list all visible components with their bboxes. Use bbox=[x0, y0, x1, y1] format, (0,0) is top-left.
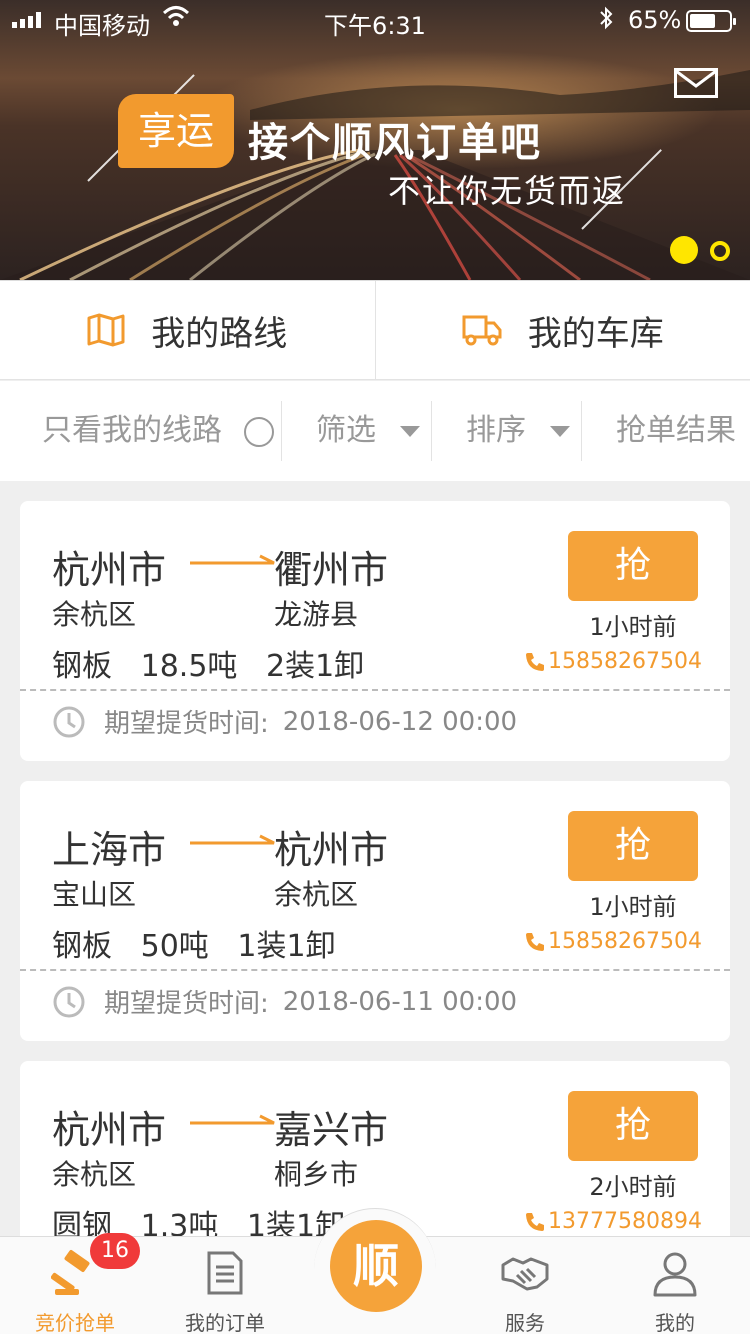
origin-district: 余杭区 bbox=[52, 598, 137, 631]
phone-icon bbox=[526, 652, 544, 671]
grab-order-button[interactable]: 抢 bbox=[568, 531, 698, 601]
posted-time: 1小时前 bbox=[589, 893, 677, 921]
expected-pickup: 期望提货时间: 2018-06-11 00:00 bbox=[52, 983, 517, 1020]
expected-pickup-time: 2018-06-11 00:00 bbox=[282, 986, 518, 1017]
expected-pickup-label: 期望提货时间: bbox=[104, 989, 269, 1019]
cargo-info: 圆钢 1.3吨 1装1卸 bbox=[52, 1209, 346, 1237]
battery-percent: 65% bbox=[628, 6, 682, 34]
origin-district: 余杭区 bbox=[52, 1158, 137, 1191]
chevron-down-icon[interactable] bbox=[400, 426, 420, 437]
my-routes-label: 我的路线 bbox=[151, 313, 288, 354]
grab-results-link[interactable]: 抢单结果 bbox=[616, 381, 736, 481]
dashed-divider bbox=[20, 689, 730, 691]
divider bbox=[581, 401, 582, 461]
user-icon bbox=[653, 1252, 697, 1297]
phone-icon bbox=[526, 932, 544, 951]
route-arrow-icon bbox=[190, 1114, 275, 1125]
sort-dropdown[interactable]: 排序 bbox=[466, 381, 526, 481]
clock-icon bbox=[53, 706, 85, 737]
my-garage-label: 我的车库 bbox=[527, 313, 664, 354]
destination-district: 龙游县 bbox=[274, 598, 359, 631]
destination-city: 衢州市 bbox=[274, 548, 389, 592]
my-routes-button[interactable]: 我的路线 bbox=[0, 281, 375, 379]
order-list[interactable]: 杭州市 衢州市 余杭区 龙游县 钢板 18.5吨 2装1卸 抢 1小时前 158… bbox=[0, 481, 750, 1237]
cargo-info: 钢板 18.5吨 2装1卸 bbox=[52, 649, 365, 684]
phone-number: 15858267504 bbox=[548, 929, 702, 954]
carousel-dot-active[interactable] bbox=[670, 236, 698, 264]
handshake-icon bbox=[501, 1257, 549, 1291]
tab-mine[interactable]: 我的 bbox=[600, 1237, 750, 1334]
clock-icon bbox=[53, 986, 85, 1017]
origin-city: 杭州市 bbox=[52, 548, 167, 592]
filter-bar: 只看我的线路 筛选 排序 抢单结果 bbox=[0, 381, 750, 481]
only-my-routes-label[interactable]: 只看我的线路 bbox=[42, 381, 222, 481]
destination-city: 嘉兴市 bbox=[274, 1108, 389, 1152]
tab-label: 服务 bbox=[505, 1311, 545, 1334]
banner-headline: 接个顺风订单吧 bbox=[248, 120, 542, 166]
destination-district: 余杭区 bbox=[274, 878, 359, 911]
filter-dropdown[interactable]: 筛选 bbox=[316, 381, 376, 481]
bluetooth-icon bbox=[598, 6, 614, 36]
posted-time: 1小时前 bbox=[589, 613, 677, 641]
map-icon bbox=[87, 313, 125, 347]
dashed-divider bbox=[20, 969, 730, 971]
phone-link[interactable]: 13777580894 bbox=[524, 1209, 702, 1234]
destination-city: 杭州市 bbox=[274, 828, 389, 872]
quick-entries: 我的路线 我的车库 bbox=[0, 280, 750, 380]
phone-number: 13777580894 bbox=[548, 1209, 702, 1234]
expected-pickup: 期望提货时间: 2018-06-12 00:00 bbox=[52, 703, 517, 740]
brand-tag: 享运 bbox=[118, 94, 234, 168]
origin-city: 上海市 bbox=[52, 828, 167, 872]
tab-label: 竞价抢单 bbox=[35, 1311, 115, 1334]
banner-subline: 不让你无货而返 bbox=[388, 172, 627, 210]
unread-badge: 16 bbox=[90, 1233, 140, 1269]
phone-icon bbox=[526, 1212, 544, 1231]
my-garage-button[interactable]: 我的车库 bbox=[374, 281, 750, 379]
mail-icon[interactable] bbox=[674, 68, 718, 98]
cargo-info: 钢板 50吨 1装1卸 bbox=[52, 929, 336, 964]
grab-order-button[interactable]: 抢 bbox=[568, 811, 698, 881]
tab-label: 我的订单 bbox=[185, 1311, 265, 1334]
carousel-dot[interactable] bbox=[710, 241, 730, 261]
only-my-routes-radio[interactable] bbox=[244, 417, 274, 447]
destination-district: 桐乡市 bbox=[274, 1158, 359, 1191]
order-card[interactable]: 上海市 杭州市 宝山区 余杭区 钢板 50吨 1装1卸 抢 1小时前 15858… bbox=[20, 781, 730, 1041]
promo-banner[interactable]: 中国移动 下午6:31 65% 享运 接个顺风订单吧 不让你无货而返 bbox=[0, 0, 750, 280]
divider bbox=[431, 401, 432, 461]
expected-pickup-label: 期望提货时间: bbox=[104, 709, 269, 739]
expected-pickup-time: 2018-06-12 00:00 bbox=[282, 706, 518, 737]
origin-city: 杭州市 bbox=[52, 1108, 167, 1152]
phone-link[interactable]: 15858267504 bbox=[524, 929, 702, 954]
tab-my-orders[interactable]: 我的订单 bbox=[150, 1237, 300, 1334]
battery-icon bbox=[686, 10, 736, 32]
truck-icon bbox=[462, 315, 502, 346]
order-card[interactable]: 杭州市 衢州市 余杭区 龙游县 钢板 18.5吨 2装1卸 抢 1小时前 158… bbox=[20, 501, 730, 761]
divider bbox=[281, 401, 282, 461]
phone-link[interactable]: 15858267504 bbox=[524, 649, 702, 674]
battery-level bbox=[690, 14, 715, 28]
status-bar: 中国移动 下午6:31 65% bbox=[0, 0, 750, 40]
grab-order-button[interactable]: 抢 bbox=[568, 1091, 698, 1161]
posted-time: 2小时前 bbox=[589, 1173, 677, 1201]
document-icon bbox=[207, 1251, 243, 1295]
center-action-button[interactable]: 顺 bbox=[330, 1220, 422, 1312]
tab-bidding[interactable]: 16 竞价抢单 bbox=[0, 1233, 150, 1334]
chevron-down-icon[interactable] bbox=[550, 426, 570, 437]
phone-number: 15858267504 bbox=[548, 649, 702, 674]
route-arrow-icon bbox=[190, 834, 275, 845]
tab-label: 我的 bbox=[655, 1311, 695, 1334]
origin-district: 宝山区 bbox=[52, 878, 137, 911]
tab-service[interactable]: 服务 bbox=[450, 1237, 600, 1334]
route-arrow-icon bbox=[190, 554, 275, 565]
